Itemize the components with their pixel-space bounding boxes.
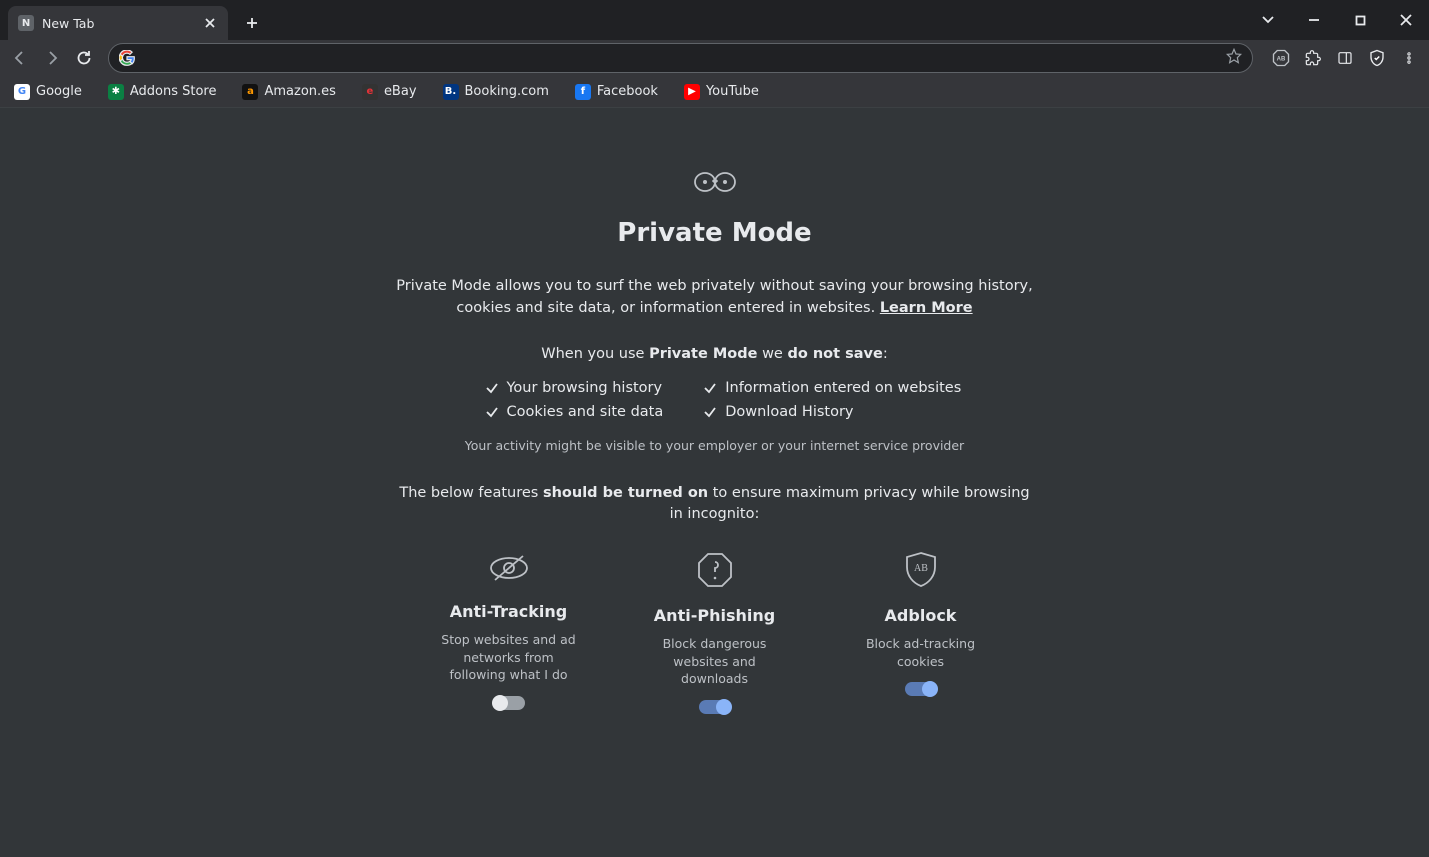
toolbar: AB [0, 40, 1429, 76]
bookmark-label: Facebook [597, 84, 658, 99]
page-content: Private Mode Private Mode allows you to … [0, 108, 1429, 857]
bookmark-favicon: ✱ [108, 84, 124, 100]
check-item: Download History [703, 404, 961, 420]
extension-icons: AB [1267, 44, 1423, 72]
disclaimer-text: Your activity might be visible to your e… [395, 438, 1035, 453]
search-engine-icon [119, 50, 135, 66]
bookmark-label: Amazon.es [264, 84, 335, 99]
new-tab-button[interactable] [238, 9, 266, 37]
tab-title: New Tab [42, 16, 194, 31]
bookmark-favicon: G [14, 84, 30, 100]
extensions-button[interactable] [1299, 44, 1327, 72]
reload-button[interactable] [70, 44, 98, 72]
svg-text:AB: AB [1277, 56, 1286, 62]
address-bar[interactable] [108, 43, 1253, 73]
bookmark-label: Booking.com [465, 84, 549, 99]
bookmark-label: YouTube [706, 84, 759, 99]
back-button[interactable] [6, 44, 34, 72]
features-intro: The below features should be turned on t… [395, 483, 1035, 527]
bookmark-favicon: a [242, 84, 258, 100]
bookmark-label: Addons Store [130, 84, 217, 99]
learn-more-link[interactable]: Learn More [880, 300, 973, 316]
bookmark-favicon: e [362, 84, 378, 100]
close-tab-button[interactable] [202, 15, 218, 31]
address-input[interactable] [145, 50, 1226, 66]
check-icon [703, 405, 717, 419]
feature-card: Anti-Tracking Stop websites and ad networ… [434, 550, 584, 714]
minimize-window-button[interactable] [1291, 4, 1337, 36]
check-icon [485, 381, 499, 395]
browser-tab[interactable]: N New Tab [8, 6, 228, 40]
do-not-save-line: When you use Private Mode we do not save… [395, 346, 1035, 362]
check-item: Cookies and site data [485, 404, 664, 420]
page-title: Private Mode [395, 218, 1035, 248]
bookmark-item[interactable]: G Google [8, 80, 88, 104]
feature-row: Anti-Tracking Stop websites and ad networ… [395, 550, 1035, 714]
feature-description: Block dangerous websites and downloads [640, 635, 790, 688]
feature-icon [640, 550, 790, 594]
bookmark-label: eBay [384, 84, 417, 99]
check-item: Information entered on websites [703, 380, 961, 396]
bookmark-item[interactable]: eeBay [356, 80, 423, 104]
feature-toggle[interactable] [905, 682, 937, 696]
feature-toggle[interactable] [493, 696, 525, 710]
menu-button[interactable] [1395, 44, 1423, 72]
checklist: Your browsing historyInformation entered… [485, 380, 945, 420]
window-controls [1245, 0, 1429, 40]
bookmark-favicon: f [575, 84, 591, 100]
check-icon [703, 381, 717, 395]
feature-card: AB Adblock Block ad-tracking cookies [846, 550, 996, 714]
titlebar: N New Tab [0, 0, 1429, 40]
feature-card: Anti-Phishing Block dangerous websites an… [640, 550, 790, 714]
bookmark-favicon: ▶ [684, 84, 700, 100]
shield-extension-icon[interactable] [1363, 44, 1391, 72]
incognito-mask-icon [395, 168, 1035, 200]
feature-title: Adblock [846, 606, 996, 625]
feature-toggle[interactable] [699, 700, 731, 714]
side-panel-button[interactable] [1331, 44, 1359, 72]
feature-description: Block ad-tracking cookies [846, 635, 996, 670]
check-icon [485, 405, 499, 419]
feature-icon: AB [846, 550, 996, 594]
bookmark-item[interactable]: f Facebook [569, 80, 664, 104]
bookmark-item[interactable]: ✱ Addons Store [102, 80, 223, 104]
maximize-window-button[interactable] [1337, 4, 1383, 36]
bookmarks-bar: G Google ✱ Addons Store a Amazon.es eeBay B. Boo… [0, 76, 1429, 108]
bookmark-label: Google [36, 84, 82, 99]
feature-title: Anti-Tracking [434, 602, 584, 621]
svg-text:AB: AB [914, 563, 928, 574]
adblock-extension-icon[interactable]: AB [1267, 44, 1295, 72]
bookmark-item[interactable]: a Amazon.es [236, 80, 341, 104]
tab-favicon: N [18, 15, 34, 31]
feature-description: Stop websites and ad networks from follo… [434, 631, 584, 684]
feature-title: Anti-Phishing [640, 606, 790, 625]
check-item: Your browsing history [485, 380, 664, 396]
bookmark-item[interactable]: ▶ YouTube [678, 80, 765, 104]
tab-strip: N New Tab [0, 6, 266, 40]
bookmark-item[interactable]: B. Booking.com [437, 80, 555, 104]
bookmark-favicon: B. [443, 84, 459, 100]
bookmark-star-icon[interactable] [1226, 48, 1242, 68]
close-window-button[interactable] [1383, 4, 1429, 36]
search-tabs-button[interactable] [1245, 4, 1291, 36]
forward-button[interactable] [38, 44, 66, 72]
page-description: Private Mode allows you to surf the web … [395, 276, 1035, 320]
feature-icon [434, 550, 584, 590]
